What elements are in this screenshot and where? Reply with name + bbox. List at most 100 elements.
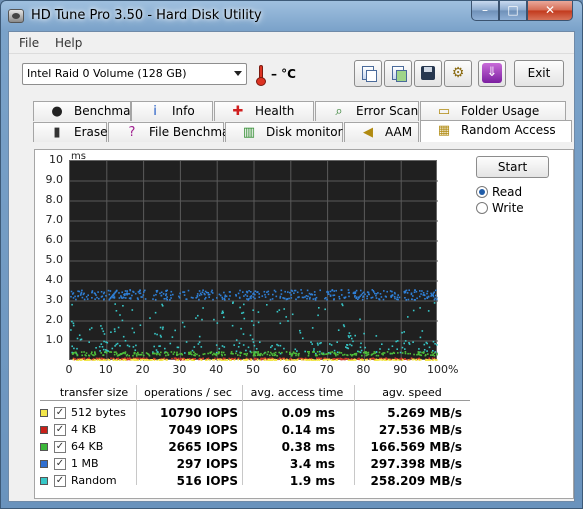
data-point <box>350 344 353 347</box>
data-point <box>313 291 316 293</box>
tab-aam[interactable]: ◀ AAM <box>344 122 419 142</box>
window-title: HD Tune Pro 3.50 - Hard Disk Utility <box>31 8 262 23</box>
tab-random-access[interactable]: ▦ Random Access <box>420 120 572 142</box>
data-point <box>281 351 283 354</box>
data-point <box>228 298 230 300</box>
data-point <box>271 359 274 361</box>
series-checkbox[interactable]: ✓ <box>54 424 66 436</box>
data-point <box>110 331 112 333</box>
maximize-button[interactable]: □ <box>499 1 527 21</box>
start-button[interactable]: Start <box>476 156 549 178</box>
data-point <box>258 296 261 298</box>
y-tick-label: 6.0 <box>45 233 64 246</box>
data-point <box>346 354 348 356</box>
data-point <box>72 358 75 361</box>
exit-button[interactable]: Exit <box>514 60 564 87</box>
data-point <box>375 354 378 357</box>
tab-file-benchmark[interactable]: ? File Benchmark <box>108 122 241 142</box>
data-point <box>110 357 112 360</box>
data-point <box>264 358 267 361</box>
data-point <box>327 352 330 355</box>
data-point <box>155 349 158 351</box>
tab-health[interactable]: ✚ Health <box>214 101 314 121</box>
write-radio-dot[interactable] <box>476 202 488 214</box>
data-point <box>253 344 256 347</box>
data-point <box>88 341 90 343</box>
data-point <box>139 289 141 292</box>
scatter-plot <box>70 161 440 362</box>
read-radio[interactable]: Read <box>476 185 522 199</box>
speed-cell: 5.269 MB/s <box>387 406 462 420</box>
data-point <box>170 297 172 299</box>
data-point <box>280 289 283 292</box>
tab-benchmark[interactable]: ● Benchmark <box>33 101 142 121</box>
data-point <box>238 342 241 344</box>
data-point <box>194 358 196 360</box>
save-button[interactable] <box>414 60 442 87</box>
title-bar[interactable]: HD Tune Pro 3.50 - Hard Disk Utility – □… <box>1 1 582 31</box>
data-point <box>224 357 226 360</box>
menu-file[interactable]: File <box>19 36 39 50</box>
minimize-button[interactable]: – <box>471 1 499 21</box>
drive-select[interactable]: Intel Raid 0 Volume (128 GB) <box>22 63 247 85</box>
data-point <box>159 359 161 362</box>
data-point <box>255 348 258 350</box>
data-point <box>333 294 336 296</box>
tab-info[interactable]: i Info <box>131 101 213 121</box>
tab-folder-usage[interactable]: ▭ Folder Usage <box>420 101 566 121</box>
data-point <box>208 293 211 296</box>
data-point <box>254 293 256 296</box>
read-radio-dot[interactable] <box>476 186 488 198</box>
data-point <box>299 332 302 334</box>
series-checkbox[interactable]: ✓ <box>54 441 66 453</box>
tab-disk-monitor[interactable]: ▥ Disk monitor <box>225 122 343 142</box>
data-point <box>193 346 196 348</box>
series-checkbox[interactable]: ✓ <box>54 458 66 470</box>
magnifier-icon: ⌕ <box>335 104 343 119</box>
copy-text-button[interactable] <box>354 60 382 87</box>
close-button[interactable]: ✕ <box>527 1 573 21</box>
data-point <box>187 289 190 292</box>
data-point <box>309 359 312 361</box>
data-point <box>169 299 171 301</box>
data-point <box>76 337 79 340</box>
data-point <box>176 346 179 349</box>
tab-label: Health <box>255 104 295 118</box>
tab-error-scan[interactable]: ⌕ Error Scan <box>315 101 419 121</box>
data-point <box>81 354 83 357</box>
data-point <box>80 291 83 294</box>
data-point <box>119 314 121 316</box>
copy-screenshot-button[interactable] <box>384 60 412 87</box>
data-point <box>131 309 134 311</box>
data-point <box>311 293 314 296</box>
trash-icon: ▮ <box>53 125 61 140</box>
download-button[interactable]: ⇓ <box>478 60 506 87</box>
series-checkbox[interactable]: ✓ <box>54 407 66 419</box>
temperature-readout: – °C <box>271 67 296 81</box>
data-point <box>287 320 289 322</box>
data-point <box>124 351 127 353</box>
data-point <box>160 336 162 338</box>
data-point <box>132 290 134 293</box>
write-radio[interactable]: Write <box>476 201 524 215</box>
data-point <box>237 292 240 295</box>
y-tick-label: 7.0 <box>45 213 64 226</box>
menu-help[interactable]: Help <box>55 36 82 50</box>
access-time-cell: 3.4 ms <box>289 457 335 471</box>
options-button[interactable]: ⚙ <box>444 60 472 87</box>
data-point <box>201 318 203 321</box>
operations-cell: 2665 IOPS <box>168 440 238 454</box>
tab-erase[interactable]: ▮ Erase <box>33 122 108 142</box>
data-point <box>137 291 140 293</box>
data-point <box>425 354 427 356</box>
data-point <box>247 346 250 349</box>
data-point <box>131 327 134 330</box>
data-point <box>213 359 216 361</box>
y-tick-label: 4.0 <box>45 273 64 286</box>
hdtune-app-icon[interactable] <box>8 9 24 23</box>
series-checkbox[interactable]: ✓ <box>54 475 66 487</box>
data-point <box>340 289 343 291</box>
data-point <box>95 347 97 349</box>
data-point <box>412 309 415 312</box>
data-point <box>94 298 96 300</box>
